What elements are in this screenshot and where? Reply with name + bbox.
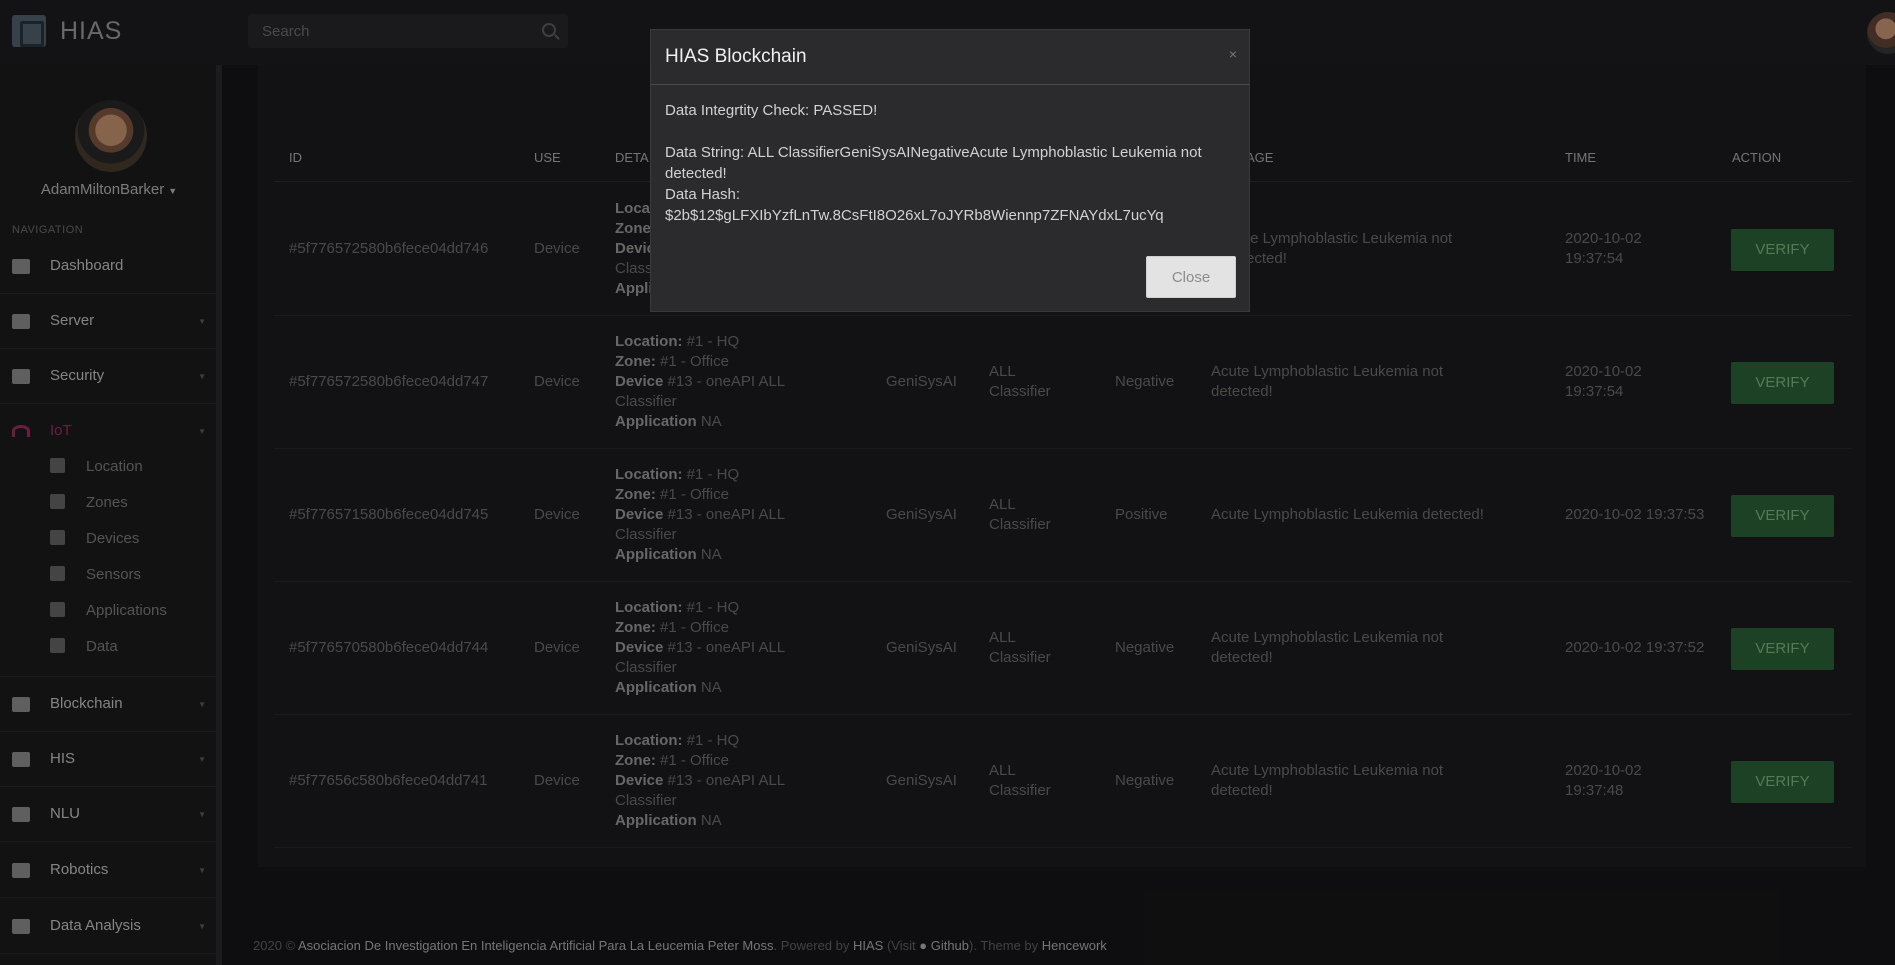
- modal-header: HIAS Blockchain ×: [651, 30, 1249, 85]
- integrity-check-text: Data Integrtity Check: PASSED!: [665, 102, 878, 119]
- data-string-line1: Data String: ALL ClassifierGeniSysAINega…: [665, 144, 1202, 161]
- data-hash-label: Data Hash:: [665, 186, 741, 203]
- data-hash-value: $2b$12$gLFXIbYzfLnTw.8CsFtI8O26xL7oJYRb8…: [665, 207, 1164, 224]
- data-string-line2: detected!: [665, 165, 727, 182]
- close-icon[interactable]: ×: [1229, 46, 1237, 62]
- modal-title: HIAS Blockchain: [665, 46, 807, 67]
- modal-body: Data Integrtity Check: PASSED! Data Stri…: [665, 100, 1235, 226]
- blockchain-modal: HIAS Blockchain × Data Integrtity Check:…: [650, 29, 1250, 312]
- close-button[interactable]: Close: [1146, 256, 1236, 298]
